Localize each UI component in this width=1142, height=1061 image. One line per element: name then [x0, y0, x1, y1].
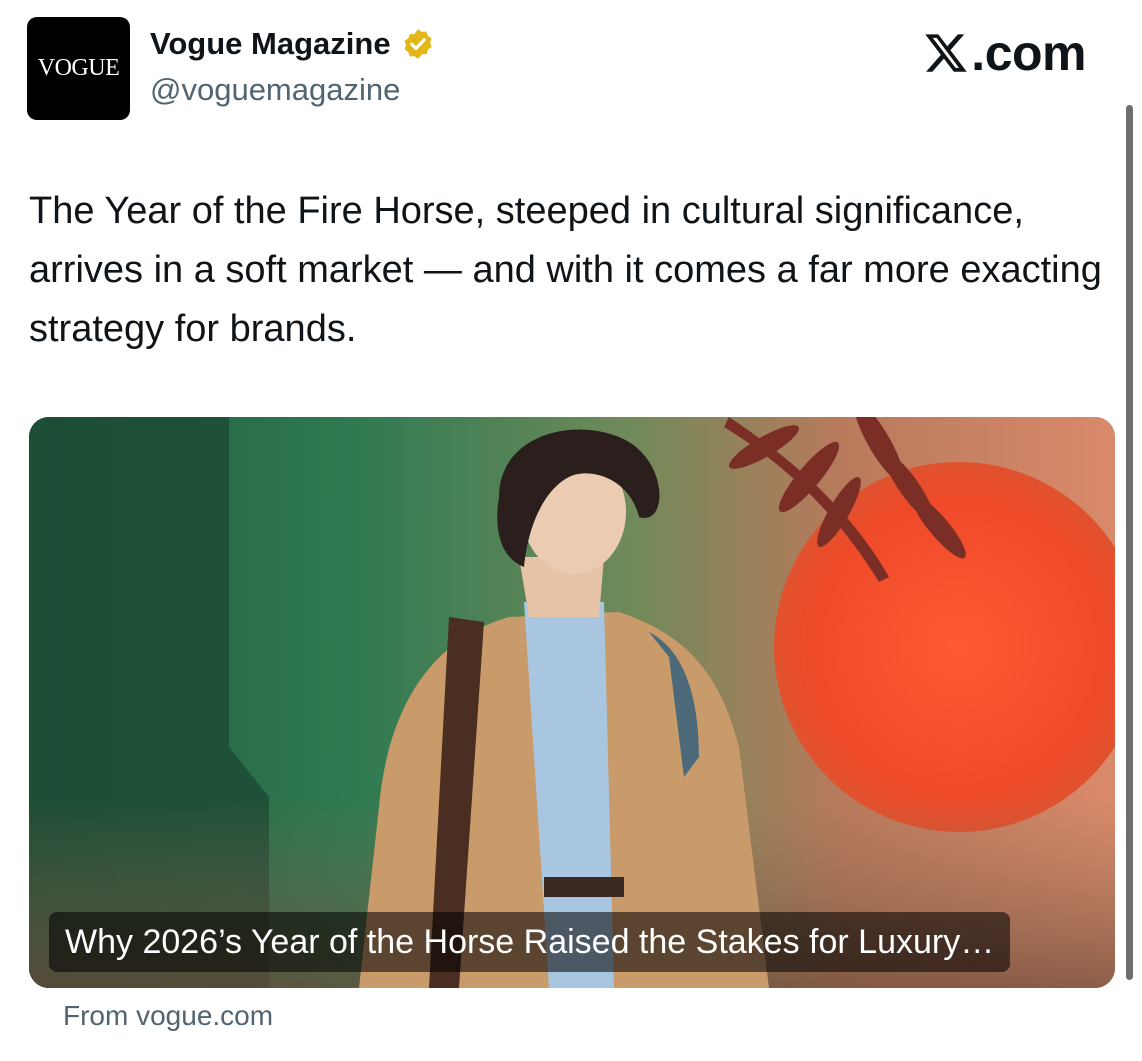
link-source[interactable]: From vogue.com — [63, 1000, 273, 1032]
tweet-text: The Year of the Fire Horse, steeped in c… — [29, 190, 1102, 350]
scrollbar[interactable] — [1126, 105, 1133, 980]
x-com-watermark: .com — [923, 24, 1086, 82]
account-name-row: Vogue Magazine — [150, 26, 435, 62]
account-handle[interactable]: @voguemagazine — [150, 72, 400, 108]
x-logo-icon — [925, 34, 967, 72]
article-headline[interactable]: Why 2026’s Year of the Horse Raised the … — [49, 912, 1011, 972]
avatar-wordmark: VOGUE — [37, 55, 120, 81]
verified-badge-icon — [404, 29, 432, 59]
vogue-avatar[interactable]: VOGUE — [27, 17, 130, 120]
article-photo — [29, 417, 1115, 988]
x-com-label: .com — [971, 25, 1086, 81]
account-name[interactable]: Vogue Magazine — [150, 26, 391, 62]
link-preview-card[interactable]: Why 2026’s Year of the Horse Raised the … — [29, 417, 1115, 988]
